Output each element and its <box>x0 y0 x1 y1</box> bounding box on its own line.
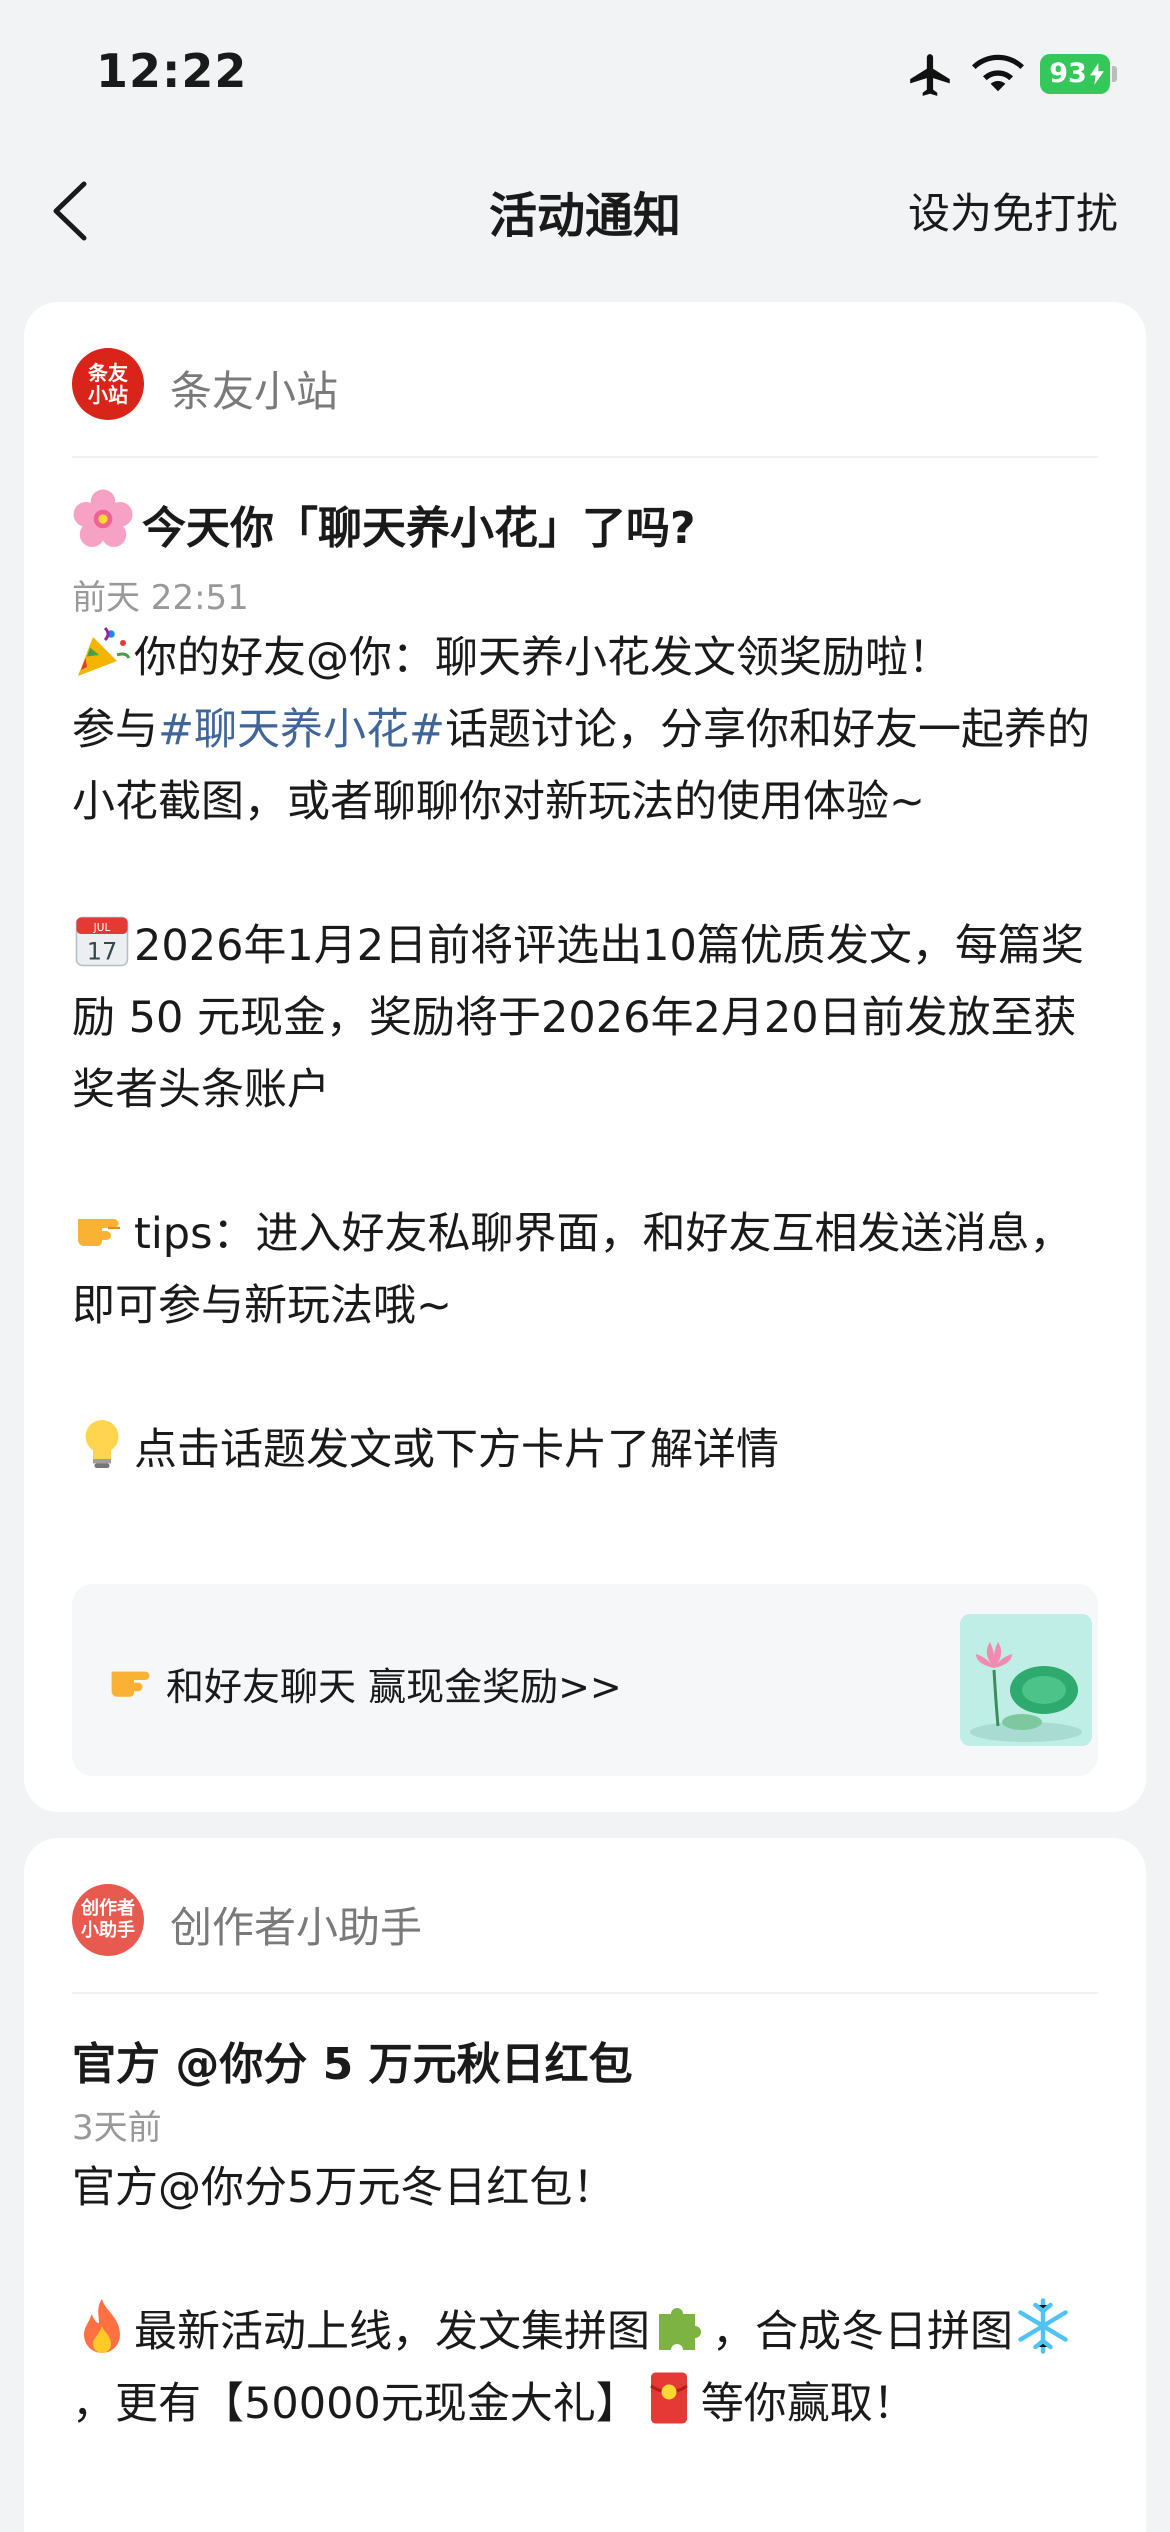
notification-title-row: 官方 @你分 5 万元秋日红包 <box>72 2020 1092 2090</box>
body-paragraph: 官方@你分5万元冬日红包！ <box>72 2152 1112 2224</box>
body-text-segment: 等你赢取！ <box>700 2379 916 2429</box>
body-paragraph: 参与#聊天养小花#话题讨论，分享你和好友一起养的小花截图，或者聊聊你对新玩法的使… <box>72 694 1112 838</box>
body-text-segment: ，合成冬日拼图 <box>712 2307 1013 2357</box>
body-paragraph: JUL 17 2026年1月2日前将评选出10篇优质发文，每篇奖励 50 元现金，奖… <box>72 910 1112 1126</box>
body-text-segment: 参与 <box>72 705 158 755</box>
body-line: 官方@你分5万元冬日红包！ <box>72 2163 616 2213</box>
activity-link-card[interactable]: 和好友聊天 赢现金奖励>> <box>72 1584 1098 1776</box>
body-line: 点击话题发文或下方卡片了解详情 <box>134 1425 779 1475</box>
notification-body: 你的好友@你：聊天养小花发文领奖励啦！ 参与#聊天养小花#话题讨论，分享你和好友… <box>72 622 1112 1486</box>
cherry-blossom-icon <box>73 489 133 547</box>
mute-notifications-button[interactable]: 设为免打扰 <box>908 180 1118 241</box>
svg-text:JUL: JUL <box>93 922 111 934</box>
lotus-thumbnail[interactable] <box>960 1614 1092 1746</box>
fire-icon <box>84 2299 120 2353</box>
svg-text:17: 17 <box>87 938 118 966</box>
sender-name[interactable]: 条友小站 <box>170 358 338 419</box>
red-envelope-icon <box>649 2372 688 2424</box>
body-paragraph: tips：进入好友私聊界面，和好友互相发送消息，即可参与新玩法哦~ <box>72 1198 1112 1342</box>
snowflake-icon <box>1018 2298 1068 2354</box>
sender-name[interactable]: 创作者小助手 <box>170 1894 422 1955</box>
body-text-segment: 最新活动上线，发文集拼图 <box>134 2307 650 2357</box>
body-line: 你的好友@你：聊天养小花发文领奖励啦！ <box>134 633 951 683</box>
avatar[interactable]: 条友小站 <box>72 348 144 420</box>
hashtag-link[interactable]: #聊天养小花# <box>158 705 445 755</box>
party-popper-icon <box>78 626 131 676</box>
body-text-segment: ，更有【50000元现金大礼】 <box>72 2379 639 2429</box>
light-bulb-icon <box>85 1420 119 1468</box>
body-line: 2026年1月2日前将评选出10篇优质发文，每篇奖励 50 元现金，奖励将于20… <box>72 921 1084 1115</box>
pointing-hand-icon <box>111 1671 150 1697</box>
divider <box>72 456 1098 458</box>
body-line: tips：进入好友私聊界面，和好友互相发送消息，即可参与新玩法哦~ <box>72 1209 1073 1331</box>
notification-title: 官方 @你分 5 万元秋日红包 <box>72 2039 633 2090</box>
link-card-text[interactable]: 和好友聊天 赢现金奖励>> <box>166 1656 622 1711</box>
calendar-icon: JUL 17 <box>75 916 129 967</box>
notification-title-row: 今天你「聊天养小花」了吗? <box>72 484 1092 554</box>
battery-indicator: 93 <box>1040 54 1110 94</box>
wifi-icon <box>972 54 1024 92</box>
airplane-icon <box>910 54 950 96</box>
body-paragraph: 最新活动上线，发文集拼图 ，合成冬日拼图 ，更有【50000元现金大礼】 等你赢取！ <box>72 2296 1112 2440</box>
notification-body: 官方@你分5万元冬日红包！ 最新活动上线，发文集拼图 ，合成冬日拼图 ，更有【500… <box>72 2152 1112 2440</box>
divider <box>72 1992 1098 1994</box>
notification-card[interactable]: 创作者小助手 创作者小助手 官方 @你分 5 万元秋日红包 3天前 官方@你分5… <box>24 1838 1146 2532</box>
sender-row[interactable]: 创作者小助手 创作者小助手 <box>72 1884 1092 1958</box>
battery-level: 93 <box>1049 58 1087 89</box>
avatar[interactable]: 创作者小助手 <box>72 1884 144 1956</box>
charging-bolt-icon <box>1090 63 1104 85</box>
notification-card[interactable]: 条友小站 条友小站 今天你「聊天养小花」了吗? 前天 22:51 你的好友@你：… <box>24 302 1146 1812</box>
battery-cap <box>1112 66 1117 82</box>
sender-row[interactable]: 条友小站 条友小站 <box>72 348 1092 422</box>
notification-title: 今天你「聊天养小花」了吗? <box>142 503 696 554</box>
body-paragraph: 你的好友@你：聊天养小花发文领奖励啦！ <box>72 622 1112 694</box>
body-paragraph: 点击话题发文或下方卡片了解详情 <box>72 1414 1112 1486</box>
avatar-text: 条友小站 <box>88 361 128 407</box>
status-bar: 12:22 93 <box>0 0 1170 150</box>
pointing-hand-icon <box>78 1219 120 1246</box>
puzzle-icon <box>659 2308 701 2350</box>
status-time: 12:22 <box>96 44 248 98</box>
navigation-bar: 活动通知 设为免打扰 <box>0 150 1170 270</box>
avatar-text: 创作者小助手 <box>81 1898 135 1941</box>
notification-time: 前天 22:51 <box>72 578 249 618</box>
notification-time: 3天前 <box>72 2108 162 2148</box>
